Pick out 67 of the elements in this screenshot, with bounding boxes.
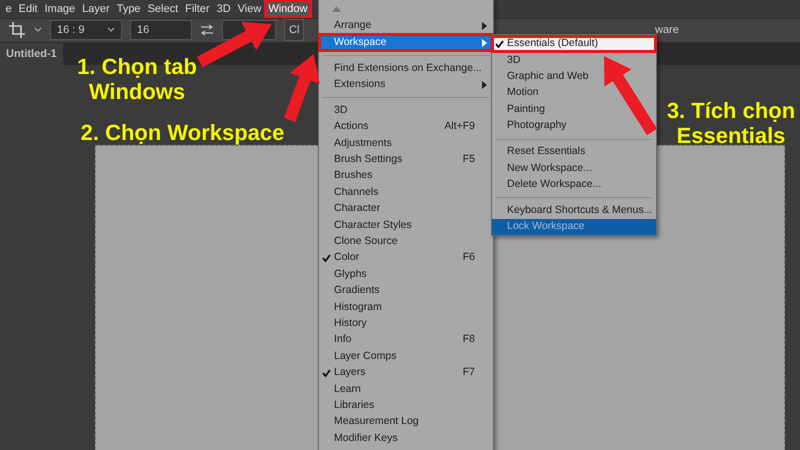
check-icon	[322, 369, 331, 377]
menu-item[interactable]: Brushes	[319, 168, 493, 185]
shortcut-text: F6	[462, 250, 476, 266]
menu-item[interactable]: Workspace	[319, 34, 493, 51]
menu-item[interactable]: 3D	[492, 52, 656, 69]
shortcut-text: F8	[462, 332, 476, 348]
annotation-label: 3. Tích chọn Essentials	[666, 98, 796, 148]
menu-item[interactable]: Brush Settings F5	[319, 152, 493, 168]
menu-item[interactable]: Glyphs	[319, 266, 493, 283]
shortcut-text: F5	[462, 152, 476, 168]
clear-button[interactable]: Cl	[284, 19, 304, 42]
menu-item[interactable]: Color F6	[319, 250, 493, 266]
document-tab[interactable]: Untitled-1	[0, 42, 63, 65]
menu-bar-item[interactable]: Type	[113, 0, 144, 18]
menu-item[interactable]: 3D	[319, 102, 493, 119]
menu-item[interactable]: Actions Alt+F9	[319, 118, 493, 136]
caret-icon	[107, 27, 115, 34]
menu-item[interactable]: Find Extensions on Exchange...	[319, 60, 493, 77]
menu-bar-item[interactable]: Select	[144, 0, 182, 18]
menu-item[interactable]: Info F8	[319, 332, 493, 348]
annotation-arrow	[284, 54, 320, 123]
menu-item[interactable]: Painting	[492, 102, 656, 118]
menu-item[interactable]: Modifier Keys	[319, 430, 493, 447]
toolbar-text: ware	[655, 23, 679, 38]
menu-item[interactable]: Character	[319, 200, 493, 218]
menu-bar-item[interactable]: Edit	[15, 0, 42, 18]
menu-item[interactable]: Libraries	[319, 398, 493, 414]
menu-item[interactable]: Adjustments	[319, 135, 493, 152]
menu-item[interactable]: Gradients	[319, 282, 493, 300]
menu-bar-item[interactable]: Image	[41, 0, 79, 18]
check-icon	[495, 40, 504, 48]
menu-bar-item[interactable]: Layer	[78, 0, 114, 18]
submenu-arrow-icon	[482, 80, 487, 89]
caret-icon	[34, 27, 42, 34]
menu-bar-item[interactable]: View	[234, 0, 265, 18]
menu-item[interactable]: Channels	[319, 184, 493, 201]
menu-item[interactable]: Graphic and Web	[492, 68, 656, 86]
crop-tool-icon	[8, 21, 26, 40]
menu-item[interactable]: Keyboard Shortcuts & Menus...	[492, 202, 656, 219]
menu-item[interactable]: Layers F7	[319, 364, 493, 382]
menu-item[interactable]: Motion	[492, 85, 656, 102]
menu-item[interactable]: New Workspace...	[492, 160, 656, 177]
menu-bar-item[interactable]: Filter	[182, 0, 214, 18]
width-field[interactable]: 16	[130, 20, 192, 40]
annotation-label: 1. Chọn tab Windows	[76, 54, 198, 104]
menu-item[interactable]: Measurement Log	[319, 414, 493, 430]
menu-item[interactable]: Layer Comps	[319, 348, 493, 365]
swap-icon	[200, 24, 214, 36]
menu-bar-item[interactable]: Window	[264, 0, 311, 18]
scroll-up-icon	[332, 6, 341, 12]
ratio-dropdown[interactable]: 16 : 9	[50, 20, 122, 40]
menu-item[interactable]: Learn	[319, 381, 493, 398]
menu-item[interactable]: Character Styles	[319, 217, 493, 234]
menu-item[interactable]: Histogram	[319, 299, 493, 316]
menu-item[interactable]: Reset Essentials	[492, 144, 656, 160]
menu-item[interactable]: Arrange	[319, 18, 493, 34]
shortcut-text: F7	[462, 365, 476, 380]
menu-item[interactable]: Extensions	[319, 76, 493, 94]
shortcut-text: Alt+F9	[444, 119, 476, 134]
check-icon	[322, 254, 331, 262]
menu-item[interactable]: Clone Source	[319, 234, 493, 250]
menu-item[interactable]: Essentials (Default)	[492, 36, 656, 52]
annotation-label: 2. Chọn Workspace	[80, 120, 286, 145]
menu-bar-item[interactable]: 3D	[213, 0, 234, 18]
menu-item[interactable]: History	[319, 316, 493, 332]
menu-item[interactable]: Delete Workspace...	[492, 176, 656, 194]
menu-bar-item[interactable]: e	[2, 0, 16, 18]
